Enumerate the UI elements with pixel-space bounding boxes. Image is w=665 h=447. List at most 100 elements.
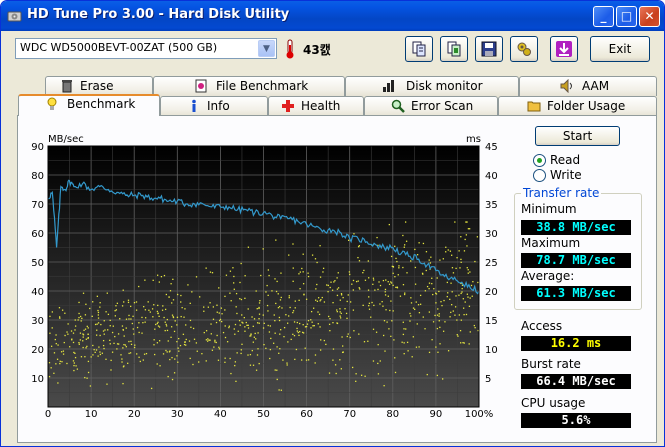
access-point (281, 307, 283, 309)
access-point (235, 306, 237, 308)
access-point (247, 354, 249, 356)
access-point (466, 293, 469, 295)
access-point (339, 359, 341, 361)
access-point (410, 315, 412, 317)
access-point (393, 339, 395, 341)
y-left-tick-label: 10 (31, 374, 44, 385)
access-point (176, 324, 178, 326)
access-point (290, 338, 292, 341)
access-point (392, 284, 394, 287)
x-tick-label: 50 (257, 409, 270, 420)
read-radio-label[interactable]: Read (550, 153, 580, 167)
y-left-tick-label: 80 (31, 171, 44, 182)
access-point (255, 338, 257, 340)
access-point (262, 327, 265, 329)
access-point (183, 343, 186, 346)
cpu-usage-value: 5.6% (521, 413, 631, 428)
read-radio[interactable] (533, 154, 546, 167)
access-point (78, 343, 80, 345)
access-point (105, 311, 107, 313)
access-point (127, 299, 130, 301)
access-point (304, 326, 307, 328)
access-point (288, 315, 290, 317)
access-point (84, 314, 87, 316)
write-radio-label[interactable]: Write (550, 168, 582, 182)
access-point (136, 353, 138, 355)
access-point (469, 297, 471, 299)
access-point (174, 320, 176, 322)
access-point (459, 329, 462, 332)
access-point (229, 270, 232, 272)
access-point (237, 330, 239, 332)
access-point (323, 339, 326, 342)
access-point (398, 265, 400, 267)
access-point (339, 315, 341, 317)
access-point (377, 288, 379, 291)
access-point (112, 325, 114, 327)
access-point (214, 341, 216, 343)
access-point (189, 319, 192, 322)
start-button[interactable]: Start (535, 126, 620, 146)
access-point (319, 349, 322, 351)
access-point (94, 323, 97, 326)
access-point (317, 297, 320, 299)
y-left-tick-label: 50 (31, 258, 44, 269)
access-point (165, 323, 167, 326)
access-point (469, 271, 471, 273)
access-point (468, 228, 471, 230)
access-point (451, 267, 454, 269)
access-point (207, 340, 209, 342)
access-point (357, 256, 359, 259)
access-point (249, 364, 252, 366)
access-point (336, 277, 338, 279)
access-point (157, 304, 159, 307)
access-point (185, 338, 187, 341)
access-point (252, 341, 254, 343)
access-point (106, 292, 108, 294)
access-point (258, 322, 260, 324)
access-point (398, 267, 400, 269)
access-point (296, 330, 298, 332)
access-point (288, 297, 290, 299)
access-point (425, 269, 427, 272)
access-point (103, 347, 105, 350)
access-point (70, 330, 73, 332)
access-point (454, 221, 456, 223)
access-point (368, 277, 370, 279)
access-point (395, 257, 397, 260)
access-point (446, 295, 448, 298)
access-point (410, 302, 413, 304)
access-point (63, 341, 65, 344)
access-point (349, 301, 352, 303)
access-point (334, 280, 336, 282)
access-point (99, 334, 101, 337)
y-right-tick-label: 15 (485, 316, 498, 327)
write-radio[interactable] (533, 169, 546, 182)
access-point (394, 357, 396, 359)
access-point (355, 380, 357, 382)
access-point (258, 306, 260, 309)
access-point (184, 308, 186, 310)
access-point (153, 344, 155, 346)
access-point (402, 284, 405, 286)
access-point (109, 343, 111, 345)
access-point (253, 336, 256, 338)
access-point (396, 286, 399, 288)
access-point (372, 328, 375, 330)
access-point (207, 338, 209, 340)
access-point (460, 236, 462, 238)
access-point (280, 296, 282, 299)
access-point (476, 236, 479, 238)
access-point (446, 281, 448, 284)
access-point (292, 280, 294, 282)
access-point (462, 307, 465, 309)
access-point (461, 287, 463, 290)
access-point (333, 281, 335, 283)
access-point (276, 378, 278, 381)
access-point (203, 331, 205, 334)
access-point (224, 361, 226, 363)
y-axis-left-label: MB/sec (48, 134, 84, 145)
access-point (346, 317, 348, 319)
access-point (122, 329, 125, 331)
access-point (244, 326, 246, 328)
